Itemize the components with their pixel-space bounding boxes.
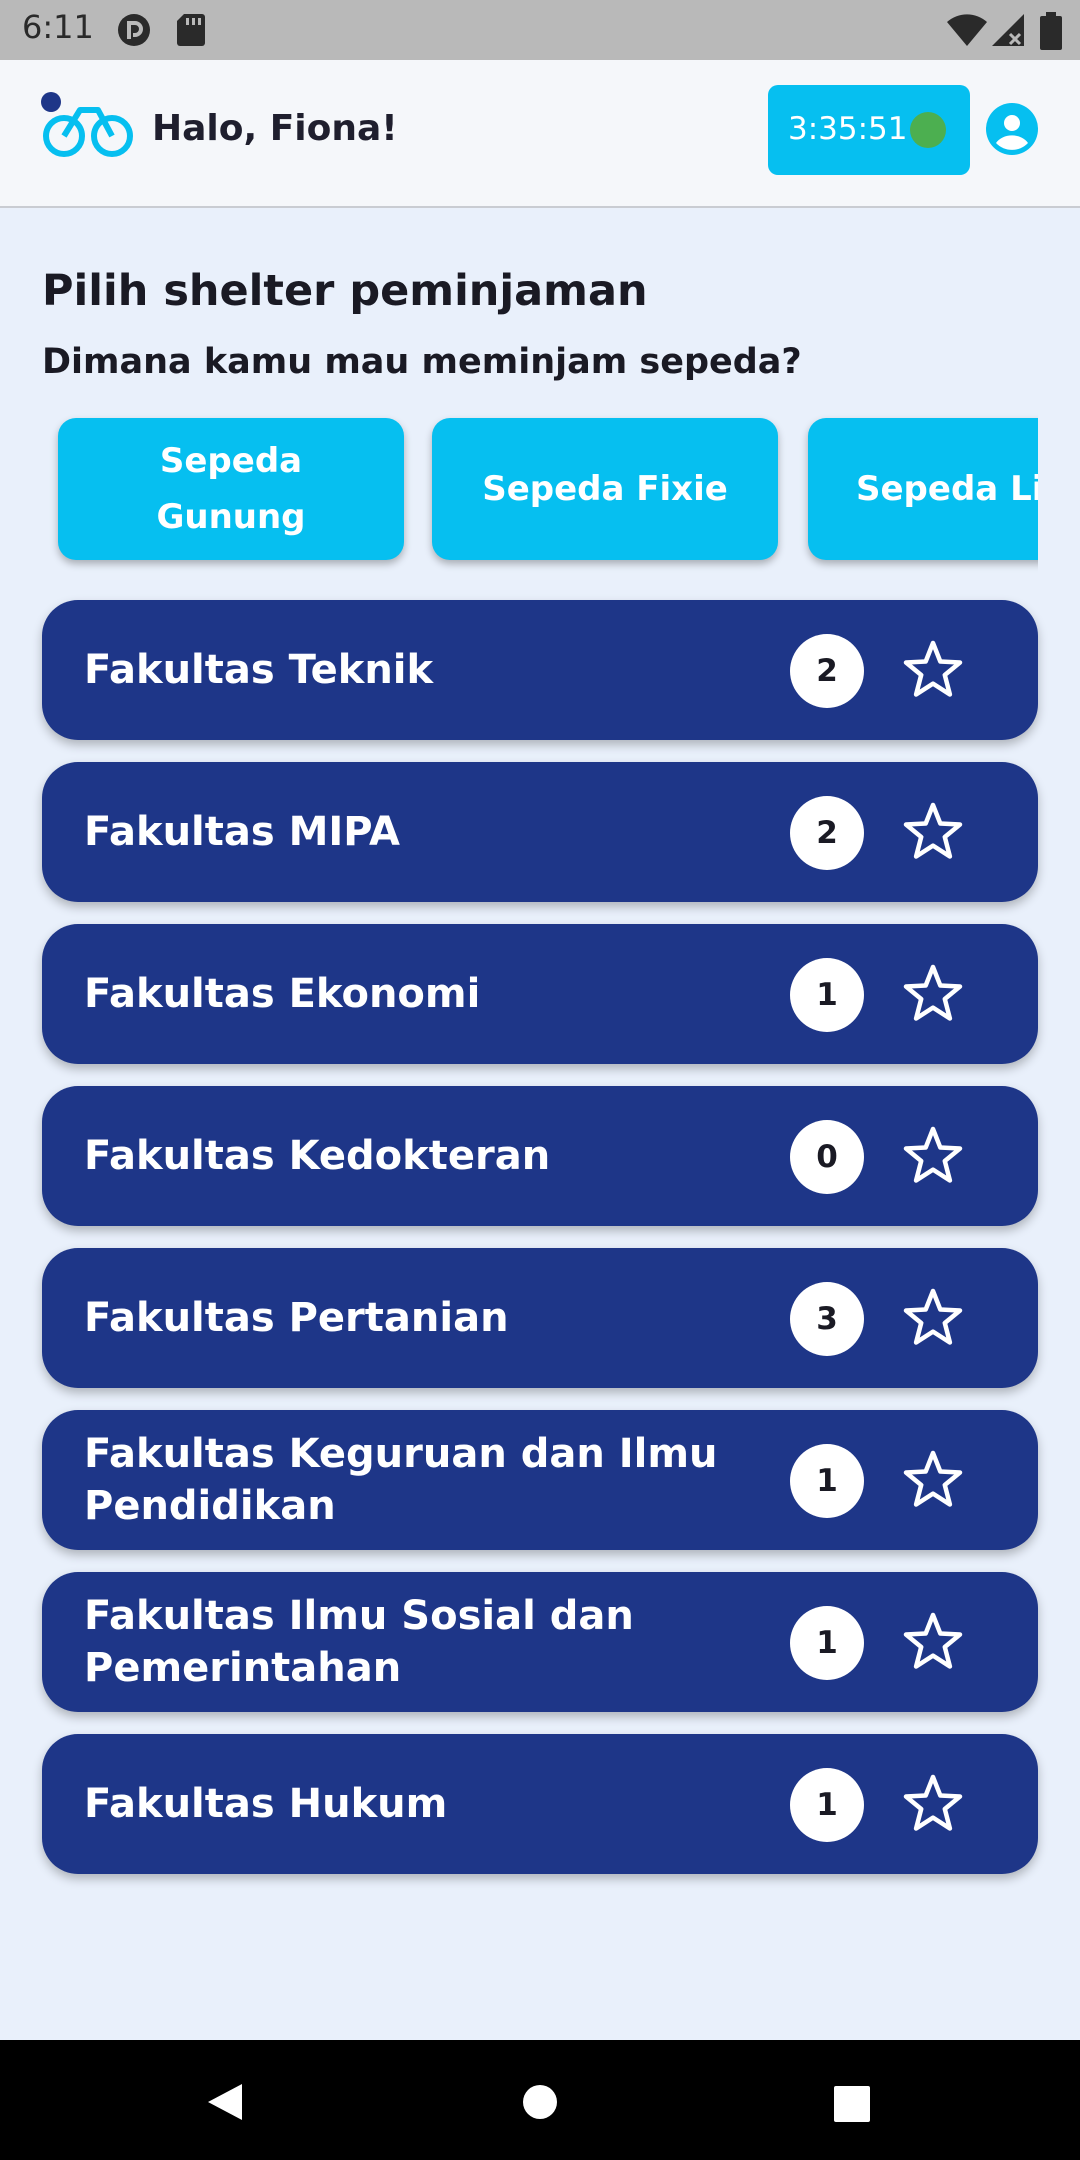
shelter-card[interactable]: Fakultas Teknik 2 xyxy=(42,600,1038,740)
status-time: 6:11 xyxy=(22,8,94,46)
signal-icon xyxy=(992,14,1024,46)
shelter-name: Fakultas Hukum xyxy=(84,1781,448,1827)
bike-count-badge: 2 xyxy=(790,634,864,708)
status-bar: 6:11 xyxy=(0,0,1080,60)
star-outline-icon[interactable] xyxy=(902,802,964,862)
star-outline-icon[interactable] xyxy=(902,1612,964,1672)
shelter-card[interactable]: Fakultas Pertanian 3 xyxy=(42,1248,1038,1388)
category-chip-listrik[interactable]: Sepeda Listrik xyxy=(808,418,1038,560)
star-outline-icon[interactable] xyxy=(902,1774,964,1834)
shelter-name: Fakultas Ilmu Sosial dan Pemerintahan xyxy=(84,1593,634,1691)
star-outline-icon[interactable] xyxy=(902,964,964,1024)
bike-count-badge: 1 xyxy=(790,1444,864,1518)
greeting-text: Halo, Fiona! xyxy=(152,108,398,149)
recents-icon[interactable] xyxy=(834,2086,870,2122)
sd-card-icon xyxy=(177,14,205,46)
page-subtitle: Dimana kamu mau meminjam sepeda? xyxy=(42,342,802,382)
pocket-casts-icon xyxy=(118,14,150,46)
shelter-card[interactable]: Fakultas Kedokteran 0 xyxy=(42,1086,1038,1226)
star-outline-icon[interactable] xyxy=(902,640,964,700)
bicycle-logo-icon xyxy=(41,92,133,157)
star-outline-icon[interactable] xyxy=(902,1450,964,1510)
bike-count-badge: 1 xyxy=(790,958,864,1032)
shelter-card[interactable]: Fakultas Keguruan dan Ilmu Pendidikan 1 xyxy=(42,1410,1038,1550)
status-dot-icon xyxy=(910,112,946,148)
shelter-card[interactable]: Fakultas Ilmu Sosial dan Pemerintahan 1 xyxy=(42,1572,1038,1712)
bike-count-badge: 2 xyxy=(790,796,864,870)
page-title: Pilih shelter peminjaman xyxy=(42,266,648,316)
app-bar: Halo, Fiona! 3:35:51 xyxy=(0,60,1080,208)
home-icon[interactable] xyxy=(522,2084,558,2120)
shelter-name: Fakultas Kedokteran xyxy=(84,1133,551,1179)
account-circle-icon[interactable] xyxy=(986,103,1038,155)
star-outline-icon[interactable] xyxy=(902,1126,964,1186)
wifi-icon xyxy=(947,14,987,46)
bike-count-badge: 1 xyxy=(790,1606,864,1680)
category-chip-fixie[interactable]: Sepeda Fixie xyxy=(432,418,778,560)
battery-icon xyxy=(1040,12,1062,50)
rental-timer[interactable]: 3:35:51 xyxy=(768,85,970,175)
timer-text: 3:35:51 xyxy=(788,111,908,147)
shelter-card[interactable]: Fakultas MIPA 2 xyxy=(42,762,1038,902)
shelter-name: Fakultas MIPA xyxy=(84,809,400,855)
bike-count-badge: 1 xyxy=(790,1768,864,1842)
shelter-name: Fakultas Ekonomi xyxy=(84,971,481,1017)
back-icon[interactable] xyxy=(206,2082,244,2122)
shelter-card[interactable]: Fakultas Hukum 1 xyxy=(42,1734,1038,1874)
bike-count-badge: 3 xyxy=(790,1282,864,1356)
shelter-name: Fakultas Teknik xyxy=(84,647,434,693)
category-scroller[interactable]: Sepeda Gunung Sepeda Fixie Sepeda Listri… xyxy=(42,404,1038,584)
star-outline-icon[interactable] xyxy=(902,1288,964,1348)
system-nav-bar xyxy=(0,2040,1080,2160)
shelter-card[interactable]: Fakultas Ekonomi 1 xyxy=(42,924,1038,1064)
bike-count-badge: 0 xyxy=(790,1120,864,1194)
shelter-name: Fakultas Keguruan dan Ilmu Pendidikan xyxy=(84,1431,718,1529)
shelter-name: Fakultas Pertanian xyxy=(84,1295,509,1341)
category-chip-gunung[interactable]: Sepeda Gunung xyxy=(58,418,404,560)
